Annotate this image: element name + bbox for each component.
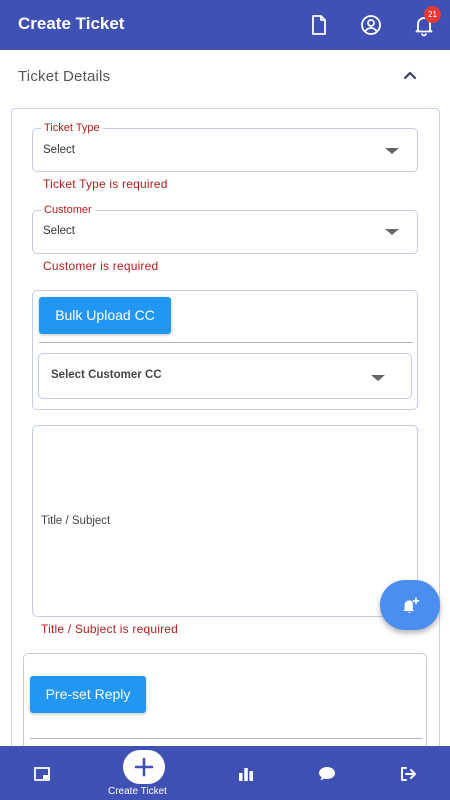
bottom-navigation: Create Ticket [0, 746, 450, 800]
customer-value: Select [43, 225, 75, 237]
ticket-type-label: Ticket Type [41, 122, 103, 134]
app-bar: Create Ticket 21 [0, 0, 450, 50]
add-alert-button[interactable] [380, 580, 440, 630]
subject-textarea[interactable]: Title / Subject [32, 425, 418, 617]
customer-label: Customer [41, 204, 95, 216]
page-title: Create Ticket [18, 14, 125, 33]
create-ticket-nav-label: Create Ticket [108, 786, 167, 797]
logout-icon[interactable] [398, 764, 418, 784]
subject-label: Title / Subject [41, 515, 111, 527]
preset-reply-button[interactable]: Pre-set Reply [30, 676, 146, 713]
create-ticket-nav-button[interactable] [123, 750, 165, 784]
chevron-down-icon [385, 148, 399, 154]
chevron-up-icon[interactable] [400, 65, 420, 85]
notification-badge: 21 [424, 6, 441, 23]
customer-select[interactable]: Customer Select [32, 204, 418, 254]
plus-icon [134, 757, 154, 777]
ticket-type-select[interactable]: Ticket Type Select [32, 122, 418, 172]
ticket-icon[interactable] [32, 764, 52, 784]
add-alert-icon [403, 597, 420, 613]
chevron-down-icon [385, 229, 399, 235]
divider [39, 342, 413, 343]
chevron-down-icon [371, 375, 385, 381]
customer-error: Customer is required [43, 259, 159, 273]
bar-chart-icon[interactable] [236, 764, 256, 784]
ticket-details-header[interactable]: Ticket Details [0, 54, 450, 100]
section-title: Ticket Details [18, 68, 111, 85]
document-icon[interactable] [307, 13, 331, 37]
ticket-type-value: Select [43, 144, 75, 156]
chat-icon[interactable] [317, 764, 337, 784]
customer-cc-placeholder: Select Customer CC [51, 369, 162, 381]
subject-error: Title / Subject is required [41, 622, 179, 636]
customer-cc-panel: Bulk Upload CC Select Customer CC [32, 290, 418, 410]
ticket-type-error: Ticket Type is required [43, 177, 168, 191]
customer-cc-select[interactable]: Select Customer CC [38, 353, 412, 399]
bulk-upload-cc-button[interactable]: Bulk Upload CC [39, 297, 171, 334]
account-circle-icon[interactable] [359, 13, 383, 37]
divider [30, 738, 422, 739]
